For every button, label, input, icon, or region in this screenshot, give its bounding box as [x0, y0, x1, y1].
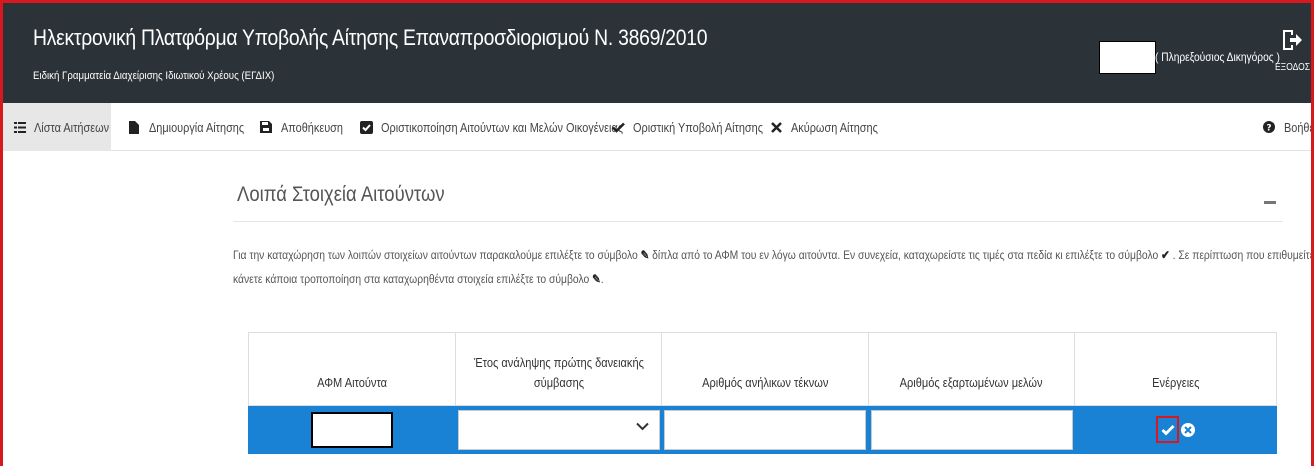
- menu-item-create[interactable]: Δημιουργία Αίτησης: [127, 103, 262, 151]
- menu-label: Βοήθεια: [1284, 119, 1314, 135]
- menu-label: Αποθήκευση: [281, 119, 344, 135]
- pencil-icon: ✎: [640, 248, 650, 262]
- instructions-text: Για την καταχώρηση των λοιπών στοιχείων …: [233, 248, 638, 262]
- checkbox-icon: [359, 120, 373, 134]
- confirm-button[interactable]: [1156, 416, 1179, 443]
- times-circle-icon: [1184, 425, 1192, 434]
- check-icon: ✔: [1161, 248, 1170, 262]
- times-icon: [769, 120, 783, 134]
- question-circle-icon: ?: [1262, 120, 1276, 134]
- menu-item-submit[interactable]: Οριστική Υποβολή Αίτησης: [611, 103, 788, 151]
- dependents-input[interactable]: [870, 409, 1073, 450]
- instructions-text: δίπλα από το ΑΦΜ του εν λόγω αιτούντα. Ε…: [652, 248, 1159, 262]
- user-name-redacted: [1099, 41, 1156, 74]
- row-actions: [1075, 416, 1276, 443]
- year-select[interactable]: [457, 409, 660, 450]
- check-icon: [1161, 424, 1174, 435]
- sign-out-icon: [1283, 30, 1302, 50]
- check-icon: [611, 120, 625, 134]
- column-header-minors: Αριθμός ανήλικων τέκνων: [661, 332, 869, 406]
- afm-value-redacted: [311, 411, 393, 448]
- instructions-text: .: [600, 272, 604, 286]
- section-divider: [233, 221, 1283, 222]
- collapse-icon[interactable]: [1264, 201, 1276, 204]
- menu-label: Λίστα Αιτήσεων: [34, 119, 110, 135]
- list-icon: [14, 120, 26, 134]
- save-icon: [259, 120, 273, 134]
- menu-item-save[interactable]: Αποθήκευση: [259, 103, 355, 151]
- app-title: Ηλεκτρονική Πλατφόρμα Υποβολής Αίτησης Ε…: [33, 25, 708, 50]
- column-header-dependents: Αριθμός εξαρτωμένων μελών: [868, 332, 1075, 406]
- menu-item-list[interactable]: Λίστα Αιτήσεων: [0, 103, 111, 151]
- column-header-afm: ΑΦΜ Αιτούντα: [248, 332, 456, 406]
- instructions: Για την καταχώρηση των λοιπών στοιχείων …: [233, 243, 1314, 291]
- dependents-cell: [868, 405, 1075, 454]
- menu-label: Οριστική Υποβολή Αίτησης: [633, 119, 764, 135]
- user-role: ( Πληρεξούσιος Δικηγόρος ): [1155, 50, 1280, 64]
- year-cell: [455, 405, 662, 454]
- app-header: Ηλεκτρονική Πλατφόρμα Υποβολής Αίτησης Ε…: [0, 0, 1314, 103]
- table-header-row: ΑΦΜ Αιτούντα Έτος ανάληψης πρώτης δανεια…: [248, 332, 1277, 406]
- menu-label: Δημιουργία Αίτησης: [149, 119, 245, 135]
- menu-item-cancel[interactable]: Ακύρωση Αίτησης: [769, 103, 894, 151]
- file-icon: [127, 120, 141, 134]
- instructions-line-2: κάνετε κάποια τροποποίηση στα καταχωρηθέ…: [233, 267, 1145, 291]
- app-subtitle: Ειδική Γραμματεία Διαχείρισης Ιδιωτικού …: [33, 70, 275, 82]
- table-row: [248, 405, 1277, 454]
- minors-cell: [661, 405, 869, 454]
- svg-text:?: ?: [1266, 124, 1271, 134]
- chevron-down-icon: [635, 422, 649, 430]
- exit-label: ΕΞΟΔΟΣ: [1275, 62, 1310, 73]
- exit-button[interactable]: ΕΞΟΔΟΣ: [1272, 28, 1312, 73]
- menu-label: Ακύρωση Αίτησης: [791, 119, 878, 135]
- pencil-icon: ✎: [592, 272, 601, 286]
- applicants-table: ΑΦΜ Αιτούντα Έτος ανάληψης πρώτης δανεια…: [248, 332, 1277, 454]
- minors-input[interactable]: [664, 409, 866, 450]
- instructions-text: . Σε περίπτωση που επιθυμείτε να: [1172, 248, 1314, 262]
- actions-cell: [1074, 405, 1277, 454]
- menu-bar: Λίστα Αιτήσεων Δημιουργία Αίτησης Αποθήκ…: [0, 103, 1314, 151]
- instructions-line-1: Για την καταχώρηση των λοιπών στοιχείων …: [233, 243, 1314, 267]
- instructions-text: κάνετε κάποια τροποποίηση στα καταχωρηθέ…: [233, 272, 590, 286]
- column-header-year: Έτος ανάληψης πρώτης δανειακής σύμβασης: [455, 332, 662, 406]
- menu-label: Οριστικοποίηση Αιτούντων και Μελών Οικογ…: [381, 119, 623, 135]
- menu-item-help[interactable]: ? Βοήθεια: [1262, 103, 1314, 151]
- column-header-actions: Ενέργειες: [1074, 332, 1277, 406]
- afm-cell: [248, 405, 456, 454]
- cancel-row-button[interactable]: [1181, 422, 1195, 437]
- section-title: Λοιπά Στοιχεία Αιτούντων: [237, 183, 445, 206]
